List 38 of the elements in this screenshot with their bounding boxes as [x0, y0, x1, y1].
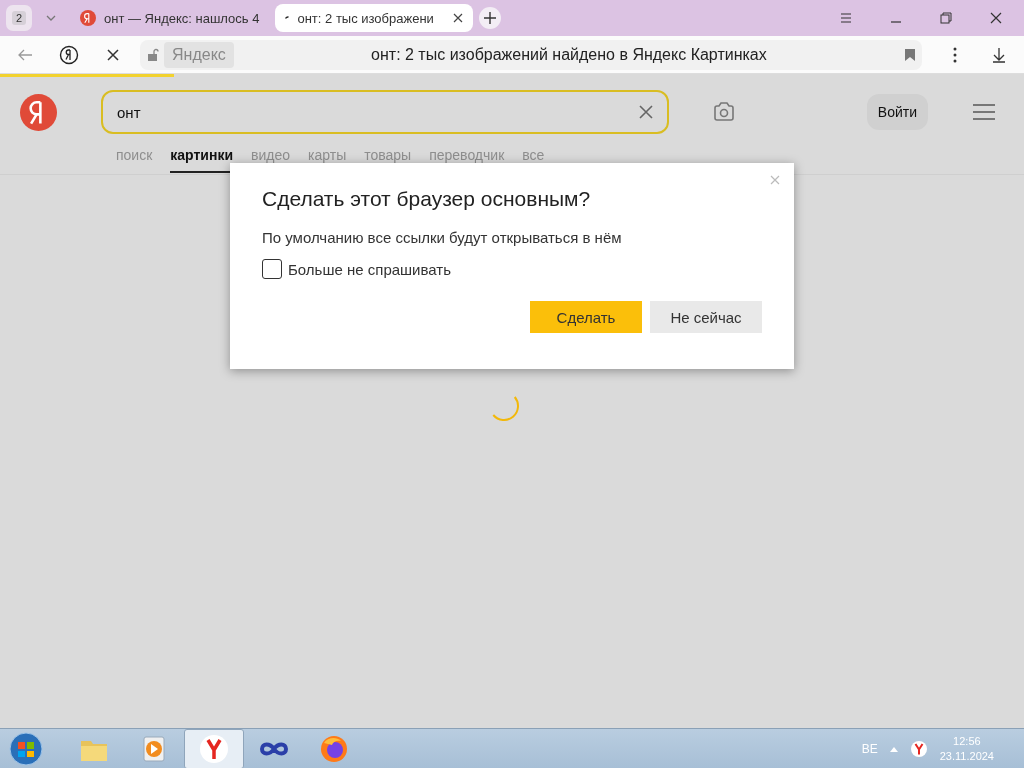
close-icon[interactable]: [453, 13, 464, 23]
browser-tab[interactable]: онт — Яндекс: нашлось 4: [70, 4, 270, 32]
browser-tab[interactable]: онт: 2 тыс изображени: [275, 4, 474, 32]
bookmark-icon[interactable]: [904, 47, 916, 62]
site-label: Яндекс: [164, 41, 234, 68]
clock-time: 12:56: [953, 735, 981, 747]
stop-icon[interactable]: [107, 48, 119, 61]
confirm-button[interactable]: Сделать: [530, 301, 642, 333]
yandex-logo[interactable]: [20, 93, 57, 131]
close-icon[interactable]: [988, 10, 1004, 26]
download-icon[interactable]: [991, 46, 1007, 63]
loading-icon: [285, 16, 290, 20]
search-field[interactable]: онт: [101, 90, 669, 134]
dismiss-button[interactable]: Не сейчас: [650, 301, 762, 333]
address-bar[interactable]: Яндекс онт: 2 тыс изображений найдено в Яндекс Картинках: [140, 39, 922, 70]
camera-icon[interactable]: [713, 102, 735, 122]
chevron-down-icon[interactable]: [46, 15, 56, 21]
checkbox[interactable]: [262, 259, 282, 279]
dialog-text: По умолчанию все ссылки будут открываться в нём: [262, 229, 623, 246]
menu-icon[interactable]: [972, 103, 996, 121]
yandex-tray-icon[interactable]: [909, 739, 928, 758]
yandex-logo-icon[interactable]: [59, 44, 79, 65]
tab-count: 2: [11, 11, 27, 25]
lock-icon: [146, 47, 160, 62]
back-arrow-icon[interactable]: [17, 48, 33, 61]
clear-icon[interactable]: [639, 105, 653, 119]
clock-date: 23.11.2024: [939, 750, 994, 762]
more-icon[interactable]: [953, 46, 957, 63]
menu-icon[interactable]: [838, 10, 854, 26]
dialog-title: Сделать этот браузер основным?: [262, 187, 592, 211]
restore-icon[interactable]: [938, 10, 954, 26]
page-title: онт: 2 тыс изображений найдено в Яндекс Картинках: [370, 45, 768, 64]
plus-icon[interactable]: [483, 11, 498, 25]
tab-count-button[interactable]: 2: [6, 5, 32, 31]
login-button[interactable]: Войти: [866, 94, 928, 130]
yandex-logo-icon: [80, 10, 96, 26]
yandex-browser-icon[interactable]: [198, 732, 230, 765]
checkbox-label[interactable]: Больше не спрашивать: [288, 260, 451, 278]
